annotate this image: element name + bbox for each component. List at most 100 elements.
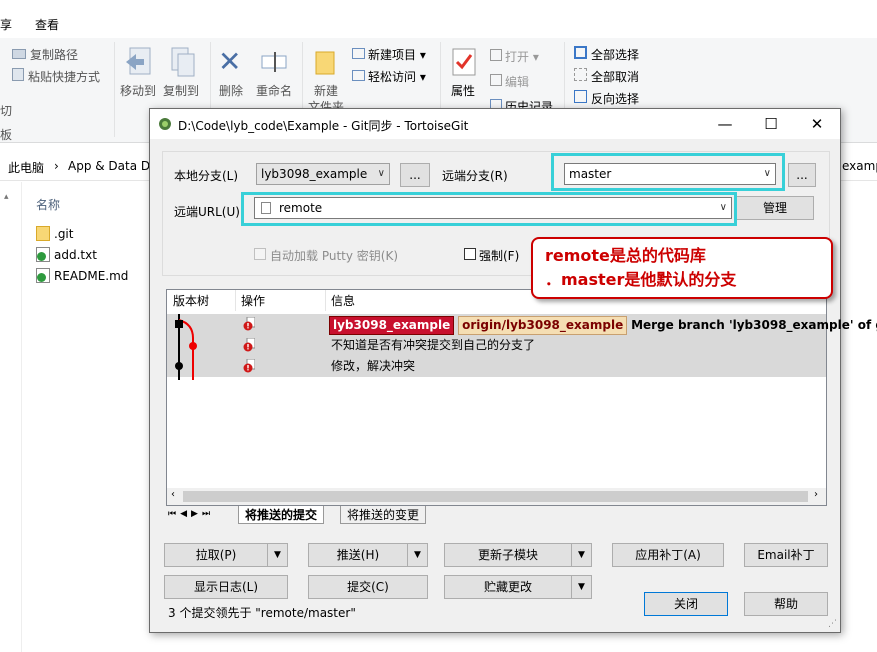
select-none-label: 全部取消 — [591, 70, 640, 84]
scroll-up-icon[interactable]: ▴ — [4, 192, 9, 202]
dropdown-arrow-icon[interactable]: ▼ — [571, 544, 591, 566]
list-item[interactable]: README.md — [36, 268, 128, 283]
tab-share[interactable]: 享 — [0, 16, 12, 33]
list-item[interactable]: .git — [36, 226, 73, 241]
local-branch-combo[interactable]: lyb3098_example ∨ — [256, 163, 390, 185]
new-folder-button[interactable]: 新建 — [314, 82, 338, 99]
column-header-message[interactable]: 信息 — [331, 292, 355, 309]
delete-button[interactable]: 删除 — [219, 82, 243, 99]
table-row[interactable]: lyb3098_example origin/lyb3098_example M… — [167, 314, 877, 335]
title-bar[interactable]: D:\Code\lyb_code\Example - Git同步 - Torto… — [150, 109, 840, 139]
dropdown-arrow-icon[interactable]: ▼ — [267, 544, 287, 566]
column-divider — [235, 290, 236, 311]
new-folder-icon — [314, 46, 336, 76]
update-submodule-button-label: 更新子模块 — [477, 548, 538, 562]
select-all-button[interactable]: 全部选择 — [574, 46, 639, 63]
remote-branch-label: 远端分支(R) — [442, 169, 508, 183]
paste-shortcut-button[interactable]: 粘贴快捷方式 — [12, 68, 100, 85]
invert-selection-button[interactable]: 反向选择 — [574, 90, 639, 107]
table-row[interactable]: 修改，解决冲突 — [167, 356, 826, 377]
commit-message: 不知道是否有冲突提交到自己的分支了 — [331, 338, 536, 352]
show-log-button[interactable]: 显示日志(L) — [164, 575, 288, 599]
ribbon-tab-bar: 享 查看 — [0, 0, 877, 38]
rename-icon — [260, 50, 290, 74]
paste-shortcut-icon — [12, 68, 24, 81]
local-branch-label: 本地分支(L) — [174, 169, 239, 183]
ribbon-left-edge-cut: 切 — [0, 104, 13, 118]
properties-button[interactable]: 属性 — [451, 82, 475, 99]
git-status-ok-icon — [36, 268, 50, 283]
remote-branch-browse-button[interactable]: ... — [788, 163, 816, 187]
commit-message: 修改，解决冲突 — [331, 359, 416, 373]
select-none-button[interactable]: 全部取消 — [574, 68, 639, 85]
edit-button[interactable]: 编辑 — [490, 73, 529, 90]
push-split-button[interactable]: 推送(H) ▼ — [308, 543, 428, 567]
breadcrumb-app-data[interactable]: App & Data D — [68, 159, 150, 173]
error-icon — [243, 316, 256, 331]
invert-selection-label: 反向选择 — [591, 92, 640, 106]
minimize-button[interactable]: — — [702, 109, 748, 139]
list-item[interactable]: add.txt — [36, 247, 97, 262]
apply-patch-button[interactable]: 应用补丁(A) — [612, 543, 724, 567]
table-row[interactable]: 不知道是否有冲突提交到自己的分支了 — [167, 335, 826, 356]
file-name: .git — [54, 226, 74, 241]
pull-split-button[interactable]: 拉取(P) ▼ — [164, 543, 288, 567]
nav-pane[interactable]: ▴ — [0, 182, 22, 652]
dropdown-arrow-icon[interactable]: ▼ — [407, 544, 427, 566]
new-item-button[interactable]: 新建项目 ▾ — [352, 46, 426, 63]
commit-button[interactable]: 提交(C) — [308, 575, 428, 599]
email-patch-button[interactable]: Email补丁 — [744, 543, 828, 567]
open-button[interactable]: 打开 ▾ — [490, 48, 539, 65]
column-header-graph[interactable]: 版本树 — [173, 292, 209, 309]
folder-icon — [36, 226, 50, 241]
scrollbar-thumb[interactable] — [183, 491, 808, 502]
update-submodule-split-button[interactable]: 更新子模块 ▼ — [444, 543, 592, 567]
help-button[interactable]: 帮助 — [744, 592, 828, 616]
tab-view[interactable]: 查看 — [35, 16, 59, 33]
autoload-putty-checkbox[interactable] — [254, 248, 266, 260]
copy-path-button[interactable]: 复制路径 — [12, 46, 78, 63]
move-to-button[interactable]: 移动到 — [120, 82, 156, 99]
properties-icon — [452, 48, 476, 76]
manage-remotes-button[interactable]: 管理 — [736, 196, 814, 220]
force-checkbox[interactable] — [464, 248, 476, 260]
local-branch-browse-button[interactable]: ... — [400, 163, 430, 187]
scroll-right-icon[interactable]: › — [814, 489, 818, 500]
annotation-callout: remote是总的代码库 ．master是他默认的分支 — [531, 237, 833, 299]
annotation-line-2: ．master是他默认的分支 — [545, 270, 737, 289]
error-icon — [243, 337, 256, 352]
local-branch-value: lyb3098_example — [261, 167, 368, 181]
close-window-button[interactable]: ✕ — [794, 109, 840, 139]
column-divider — [325, 290, 326, 311]
tab-commits-to-push[interactable]: 将推送的提交 — [238, 506, 325, 524]
new-item-label: 新建项目 — [368, 48, 417, 62]
maximize-button[interactable]: ☐ — [748, 109, 794, 139]
tab-changes-to-push[interactable]: 将推送的变更 — [340, 506, 427, 524]
easy-access-button[interactable]: 轻松访问 ▾ — [352, 68, 426, 85]
breadcrumb-this-pc[interactable]: 此电脑 — [8, 159, 44, 176]
open-icon — [490, 49, 502, 61]
dropdown-arrow-icon[interactable]: ▼ — [571, 576, 591, 598]
resize-grip-icon[interactable]: ⋰ — [828, 619, 837, 629]
column-header-name[interactable]: 名称 — [36, 196, 60, 213]
select-none-icon — [574, 68, 587, 81]
copy-to-icon — [168, 46, 198, 78]
stash-split-button[interactable]: 贮藏更改 ▼ — [444, 575, 592, 599]
invert-selection-icon — [574, 90, 587, 103]
tab-nav-arrows[interactable]: ⏮◀▶⏭ — [168, 509, 214, 519]
breadcrumb-overflow[interactable]: examp — [842, 159, 877, 173]
horizontal-scrollbar[interactable]: ‹ › — [167, 488, 826, 505]
remote-branch-ref-tag: origin/lyb3098_example — [458, 316, 628, 335]
git-status-ok-icon — [36, 247, 50, 262]
edit-icon — [490, 74, 502, 86]
outgoing-commits-list[interactable]: 版本树 操作 信息 lyb3098_example origin/lyb3098… — [166, 289, 877, 506]
delete-icon: ✕ — [218, 45, 242, 78]
error-icon — [243, 358, 256, 373]
copy-to-button[interactable]: 复制到 — [163, 82, 199, 99]
pull-button-label: 拉取(P) — [195, 548, 237, 562]
close-button[interactable]: 关闭 — [644, 592, 728, 616]
column-header-action[interactable]: 操作 — [241, 292, 265, 309]
scroll-left-icon[interactable]: ‹ — [171, 489, 175, 500]
select-all-label: 全部选择 — [591, 48, 640, 62]
rename-button[interactable]: 重命名 — [256, 82, 292, 99]
